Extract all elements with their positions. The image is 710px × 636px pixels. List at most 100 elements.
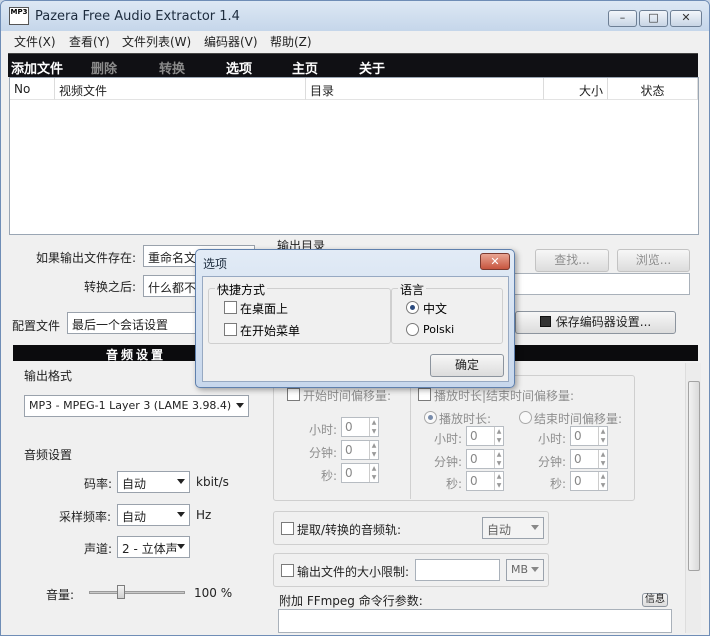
spin-down-icon[interactable]: ▼	[369, 473, 378, 482]
minimize-button[interactable]: –	[608, 10, 637, 27]
samplerate-label: 采样频率:	[59, 510, 112, 524]
title-bar: MP3 Pazera Free Audio Extractor 1.4 – □ …	[1, 1, 709, 31]
size-limit-checkbox[interactable]	[281, 564, 294, 577]
browse-button[interactable]: 浏览...	[617, 249, 690, 272]
dur-hours-label: 小时:	[434, 432, 463, 446]
home-button[interactable]: 主页	[292, 58, 318, 77]
end-hours-label: 小时:	[538, 432, 567, 446]
start-offset-checkbox[interactable]	[287, 388, 300, 401]
samplerate-unit: Hz	[196, 508, 212, 522]
start-offset-label: 开始时间偏移量:	[303, 389, 392, 403]
end-seconds-spin[interactable]: 0 ▲ ▼	[570, 471, 608, 491]
delete-button[interactable]: 删除	[91, 58, 117, 77]
end-seconds-label: 秒:	[550, 477, 567, 491]
info-button[interactable]: 信息	[642, 593, 668, 607]
column-size[interactable]: 大小	[544, 78, 608, 100]
end-minutes-spin[interactable]: 0 ▲ ▼	[570, 449, 608, 469]
chevron-down-icon	[177, 544, 185, 549]
spin-up-icon[interactable]: ▲	[598, 472, 607, 481]
profile-label: 配置文件	[12, 319, 61, 333]
dur-seconds-spin[interactable]: 0 ▲ ▼	[466, 471, 504, 491]
options-dialog: 选项 ✕ 快捷方式 在桌面上 在开始菜单 语言 中文 Polski 确定	[195, 249, 515, 388]
dur-minutes-spin[interactable]: 0 ▲ ▼	[466, 449, 504, 469]
volume-label: 音量:	[46, 588, 75, 602]
menu-file[interactable]: 文件(X)	[14, 33, 56, 50]
start-hours-spin[interactable]: 0 ▲ ▼	[341, 417, 379, 437]
if-exists-label: 如果输出文件存在:	[36, 251, 137, 265]
column-directory[interactable]: 目录	[306, 78, 544, 100]
toolbar: 添加文件 删除 转换 选项 主页 关于	[8, 53, 698, 77]
desktop-shortcut-checkbox[interactable]	[224, 301, 237, 314]
duration-radio[interactable]	[424, 411, 437, 424]
duration-offset-label: 播放时长|结束时间偏移量:	[434, 389, 575, 403]
output-dir-input[interactable]	[510, 273, 690, 295]
end-hours-spin[interactable]: 0 ▲ ▼	[570, 426, 608, 446]
close-button[interactable]: ✕	[670, 10, 702, 27]
extract-track-checkbox[interactable]	[281, 522, 294, 535]
size-unit-select[interactable]: MB	[506, 559, 544, 581]
about-button[interactable]: 关于	[359, 58, 385, 77]
settings-scrollbar[interactable]	[685, 363, 701, 633]
menu-encoder[interactable]: 编码器(V)	[204, 33, 258, 50]
spin-down-icon[interactable]: ▼	[598, 436, 607, 445]
size-limit-label: 输出文件的大小限制:	[297, 565, 410, 579]
find-button[interactable]: 查找...	[535, 249, 609, 272]
duration-offset-checkbox[interactable]	[418, 388, 431, 401]
spin-up-icon[interactable]: ▲	[494, 427, 503, 436]
column-status[interactable]: 状态	[608, 78, 698, 100]
spin-up-icon[interactable]: ▲	[369, 441, 378, 450]
profile-select[interactable]: 最后一个会话设置	[67, 312, 202, 334]
menu-file-list[interactable]: 文件列表(W)	[122, 33, 191, 50]
spin-up-icon[interactable]: ▲	[494, 450, 503, 459]
save-encoder-settings-button[interactable]: 保存编码器设置...	[515, 311, 676, 334]
duration-radio-label: 播放时长:	[439, 412, 492, 426]
add-files-button[interactable]: 添加文件	[11, 58, 63, 77]
options-button[interactable]: 选项	[226, 58, 252, 77]
spin-down-icon[interactable]: ▼	[494, 481, 503, 490]
start-seconds-label: 秒:	[321, 469, 338, 483]
language-group-label: 语言	[398, 281, 427, 298]
ffmpeg-args-input[interactable]	[278, 609, 672, 633]
spin-down-icon[interactable]: ▼	[598, 459, 607, 468]
lang-polish-radio[interactable]	[406, 323, 419, 336]
spin-down-icon[interactable]: ▼	[494, 436, 503, 445]
spin-up-icon[interactable]: ▲	[369, 464, 378, 473]
column-no[interactable]: No	[10, 78, 55, 100]
size-limit-input[interactable]	[415, 559, 500, 581]
volume-slider-thumb[interactable]	[117, 585, 125, 599]
output-format-select[interactable]: MP3 - MPEG-1 Layer 3 (LAME 3.98.4)	[24, 395, 249, 417]
lang-chinese-radio[interactable]	[406, 301, 419, 314]
audio-settings-label: 音频设置	[24, 448, 73, 462]
spin-down-icon[interactable]: ▼	[494, 459, 503, 468]
spin-up-icon[interactable]: ▲	[598, 427, 607, 436]
spin-down-icon[interactable]: ▼	[369, 427, 378, 436]
spin-down-icon[interactable]: ▼	[598, 481, 607, 490]
start-seconds-spin[interactable]: 0 ▲ ▼	[341, 463, 379, 483]
end-minutes-label: 分钟:	[538, 455, 567, 469]
spin-up-icon[interactable]: ▲	[598, 450, 607, 459]
dur-hours-spin[interactable]: 0 ▲ ▼	[466, 426, 504, 446]
bitrate-select[interactable]: 自动	[117, 471, 190, 493]
dialog-close-button[interactable]: ✕	[480, 253, 510, 270]
lang-chinese-label: 中文	[423, 302, 448, 316]
end-offset-radio-label: 结束时间偏移量:	[534, 412, 623, 426]
dur-seconds-label: 秒:	[446, 477, 463, 491]
column-video-file[interactable]: 视频文件	[55, 78, 306, 100]
channel-select[interactable]: 2 - 立体声	[117, 536, 190, 558]
ok-button[interactable]: 确定	[430, 354, 504, 377]
spin-up-icon[interactable]: ▲	[494, 472, 503, 481]
spin-down-icon[interactable]: ▼	[369, 450, 378, 459]
startmenu-shortcut-checkbox[interactable]	[224, 323, 237, 336]
start-minutes-spin[interactable]: 0 ▲ ▼	[341, 440, 379, 460]
samplerate-select[interactable]: 自动	[117, 504, 190, 526]
spin-up-icon[interactable]: ▲	[369, 418, 378, 427]
convert-button[interactable]: 转换	[159, 58, 185, 77]
file-list[interactable]: No 视频文件 目录 大小 状态	[9, 77, 699, 235]
menu-help[interactable]: 帮助(Z)	[270, 33, 312, 50]
end-offset-radio[interactable]	[519, 411, 532, 424]
volume-slider[interactable]	[89, 591, 185, 594]
menu-view[interactable]: 查看(Y)	[69, 33, 110, 50]
maximize-button[interactable]: □	[639, 10, 668, 27]
track-select[interactable]: 自动	[482, 517, 544, 539]
scrollbar-thumb[interactable]	[688, 381, 700, 571]
